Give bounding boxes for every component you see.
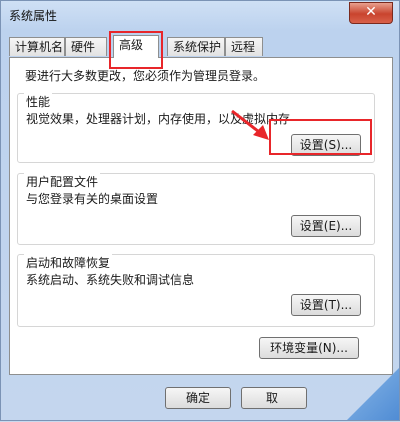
user-profiles-title: 用户配置文件	[24, 173, 101, 190]
startup-recovery-settings-button[interactable]: 设置(T)...	[291, 294, 361, 316]
title-bar: 系统属性 ✕	[1, 1, 399, 31]
performance-desc: 视觉效果，处理器计划，内存使用，以及虚拟内存	[26, 112, 291, 126]
tab-hardware[interactable]: 硬件	[65, 37, 107, 56]
tab-strip: 计算机名 硬件 高级 系统保护 远程	[9, 35, 393, 58]
close-button[interactable]: ✕	[349, 2, 393, 24]
tab-remote[interactable]: 远程	[225, 37, 263, 56]
startup-recovery-desc: 系统启动、系统失败和调试信息	[26, 273, 195, 287]
performance-title: 性能	[24, 93, 53, 110]
window-title: 系统属性	[9, 9, 58, 23]
settings-highlight-box	[269, 119, 372, 155]
user-profiles-settings-button[interactable]: 设置(E)...	[291, 215, 361, 237]
ok-button[interactable]: 确定	[165, 387, 231, 409]
tab-system-protection[interactable]: 系统保护	[167, 37, 225, 56]
tab-computer-name[interactable]: 计算机名	[9, 37, 65, 56]
system-properties-window: 系统属性 ✕ 计算机名 硬件 高级 系统保护 远程 要进行大多数更改，您必须作为…	[0, 0, 400, 421]
startup-recovery-title: 启动和故障恢复	[24, 254, 113, 271]
watermark-corner	[347, 368, 399, 420]
admin-note: 要进行大多数更改，您必须作为管理员登录。	[25, 69, 266, 83]
cancel-button[interactable]: 取	[241, 387, 307, 409]
tab-highlight-box	[109, 31, 163, 69]
startup-recovery-group: 启动和故障恢复 系统启动、系统失败和调试信息	[17, 254, 375, 327]
user-profiles-desc: 与您登录有关的桌面设置	[26, 192, 159, 206]
environment-variables-button[interactable]: 环境变量(N)...	[259, 337, 359, 359]
